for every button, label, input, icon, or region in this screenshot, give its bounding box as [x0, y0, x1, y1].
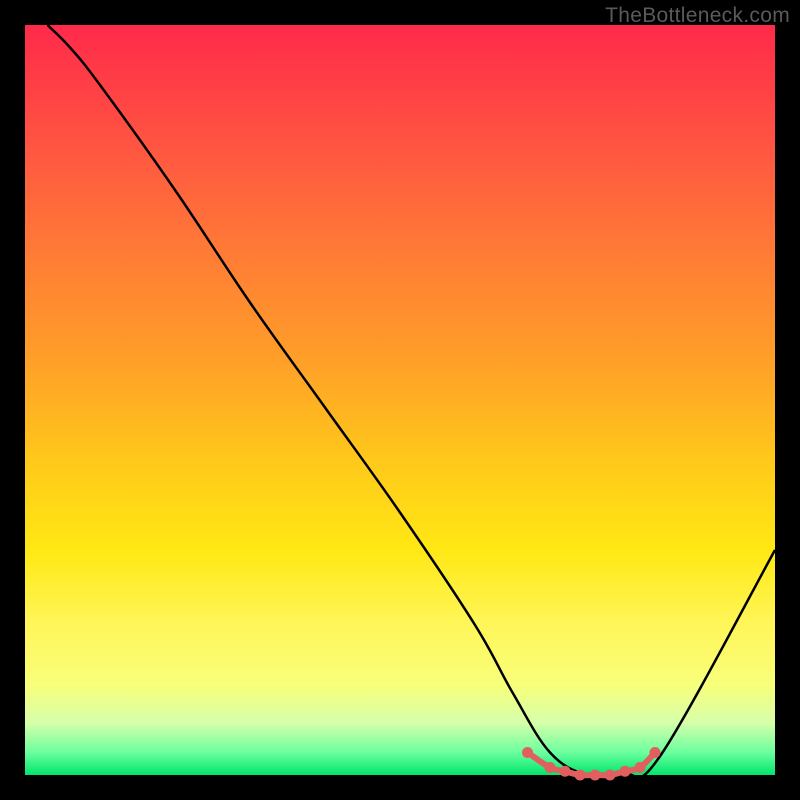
highlight-dot: [650, 747, 661, 758]
watermark-text: TheBottleneck.com: [605, 4, 790, 28]
highlight-dot: [575, 770, 586, 781]
highlight-dot: [635, 762, 646, 773]
highlight-dot: [605, 770, 616, 781]
bottleneck-curve-path: [48, 25, 776, 778]
highlight-dot: [560, 766, 571, 777]
highlight-curve: [522, 747, 661, 781]
highlight-dot: [522, 747, 533, 758]
main-curve: [48, 25, 776, 778]
chart-frame: TheBottleneck.com: [0, 0, 800, 800]
highlight-dot: [620, 766, 631, 777]
curve-overlay: [25, 25, 775, 775]
highlight-dot: [545, 762, 556, 773]
highlight-dot: [590, 770, 601, 781]
